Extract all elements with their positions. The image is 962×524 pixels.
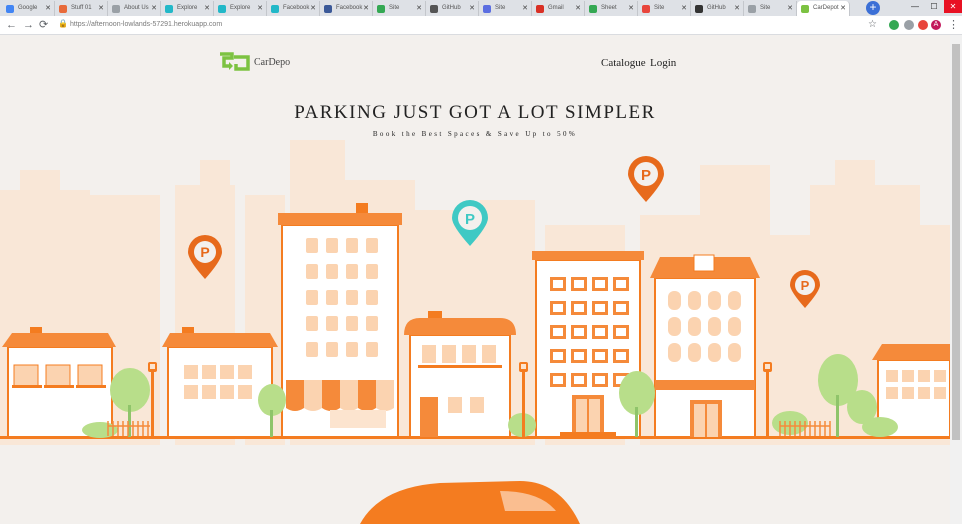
nav-catalogue-link[interactable]: Catalogue [601,57,646,69]
pin-letter: P [200,244,209,260]
tab-label: Google [18,5,38,11]
tab-favicon-icon [377,5,385,13]
hero-title: PARKING JUST GOT A LOT SIMPLER [294,102,656,123]
tab-label: About Us [124,5,149,11]
tab-label: Sheet [601,5,617,11]
tab-favicon-icon [748,5,756,13]
back-icon[interactable]: ← [6,17,17,33]
tab-favicon-icon [59,5,67,13]
bookmark-star-icon[interactable]: ☆ [868,17,877,33]
new-tab-button[interactable]: + [866,1,880,15]
tab-close-icon[interactable]: ✕ [310,1,316,16]
tab-favicon-icon [642,5,650,13]
url-text[interactable]: https://afternoon-lowlands-57291.herokua… [70,19,222,31]
browser-tab[interactable]: Gmail ✕ [532,1,585,16]
tab-close-icon[interactable]: ✕ [469,1,475,16]
tab-close-icon[interactable]: ✕ [204,1,210,16]
browser-tab[interactable]: Stuff 01 ✕ [55,1,108,16]
cardepo-logo-icon [220,52,250,71]
tab-close-icon[interactable]: ✕ [45,1,51,16]
browser-tab[interactable]: Facebook ✕ [267,1,320,16]
tab-close-icon[interactable]: ✕ [416,1,422,16]
tab-close-icon[interactable]: ✕ [151,1,157,16]
browser-tab-bar: CarDepot ✕ Site ✕ GitHub ✕ Site ✕ Sheet ✕ Gmail ✕ Si… [0,0,962,16]
tab-label: Explore [177,5,198,11]
forward-icon[interactable]: → [23,17,34,33]
tab-label: Facebook [283,5,310,11]
pin-letter: P [641,167,651,184]
tab-label: Site [495,5,506,11]
browser-tab[interactable]: Site ✕ [638,1,691,16]
tab-label: Site [389,5,400,11]
browser-tab[interactable]: GitHub ✕ [426,1,479,16]
tab-favicon-icon [430,5,438,13]
tab-favicon-icon [589,5,597,13]
chrome-menu-icon[interactable]: ⋮ [948,17,959,33]
maximize-button[interactable]: ☐ [925,0,943,13]
pin-letter: P [801,278,810,293]
tab-close-icon[interactable]: ✕ [681,1,687,16]
nav-login-link[interactable]: Login [650,57,676,69]
tab-close-icon[interactable]: ✕ [363,1,369,16]
minimize-button[interactable]: — [906,0,924,13]
parking-pin-teal: P [452,200,488,246]
pin-letter: P [465,211,475,228]
tab-label: Explore [230,5,251,11]
tab-favicon-icon [218,5,226,13]
tab-favicon-icon [112,5,120,13]
tab-label: Site [760,5,771,11]
tab-close-icon[interactable]: ✕ [98,1,104,16]
close-window-button[interactable]: ✕ [944,0,962,13]
tab-close-icon[interactable]: ✕ [575,1,581,16]
tab-favicon-icon [271,5,279,13]
tab-favicon-icon [165,5,173,13]
tab-label: Site [654,5,665,11]
browser-tab[interactable]: About Us ✕ [108,1,161,16]
tab-favicon-icon [801,5,809,13]
tab-label: Stuff 01 [71,5,92,11]
reload-icon[interactable]: ⟳ [39,17,48,33]
browser-tab[interactable]: Explore ✕ [214,1,267,16]
tab-label: Facebook [336,5,363,11]
tab-close-icon[interactable]: ✕ [840,1,846,16]
parking-pin-left: P [188,235,222,279]
brand-logo-link[interactable] [217,50,251,79]
parking-pin-top-right: P [628,156,664,202]
brand-name[interactable]: CarDepo [254,57,290,68]
profile-avatar[interactable]: A [931,20,941,30]
browser-tab[interactable]: Facebook ✕ [320,1,373,16]
tab-close-icon[interactable]: ✕ [628,1,634,16]
address-bar: ← → ⟳ 🔒 https://afternoon-lowlands-57291… [0,16,962,35]
browser-tab[interactable]: Site ✕ [373,1,426,16]
browser-tab[interactable]: GitHub ✕ [691,1,744,16]
tab-label: GitHub [442,5,461,11]
tab-label: Gmail [548,5,564,11]
parking-pin-right: P [790,270,820,308]
browser-tab[interactable]: Site ✕ [479,1,532,16]
browser-tab[interactable]: Explore ✕ [161,1,214,16]
extension-gray-icon[interactable] [904,20,914,30]
browser-tab[interactable]: Site ✕ [744,1,797,16]
web-page: P P P P CarDepo Catalogue Login PARKING … [0,35,950,524]
scrollbar-thumb[interactable] [952,44,960,440]
hero-subtitle: Book the Best Spaces & Save Up to 50% [372,130,578,138]
tab-close-icon[interactable]: ✕ [734,1,740,16]
tab-favicon-icon [695,5,703,13]
extension-green-icon[interactable] [889,20,899,30]
tab-close-icon[interactable]: ✕ [257,1,263,16]
tab-favicon-icon [6,5,14,13]
lock-icon: 🔒 [58,19,68,28]
tab-label: GitHub [707,5,726,11]
extension-red-icon[interactable] [918,20,928,30]
tab-favicon-icon [483,5,491,13]
browser-tab[interactable]: Google ✕ [2,1,55,16]
omnibox[interactable]: 🔒 https://afternoon-lowlands-57291.herok… [56,18,864,32]
tab-close-icon[interactable]: ✕ [522,1,528,16]
browser-tab[interactable]: CarDepot ✕ [797,1,850,16]
tab-close-icon[interactable]: ✕ [787,1,793,16]
tab-favicon-icon [324,5,332,13]
tab-favicon-icon [536,5,544,13]
browser-tab[interactable]: Sheet ✕ [585,1,638,16]
tab-label: CarDepot [813,5,839,11]
